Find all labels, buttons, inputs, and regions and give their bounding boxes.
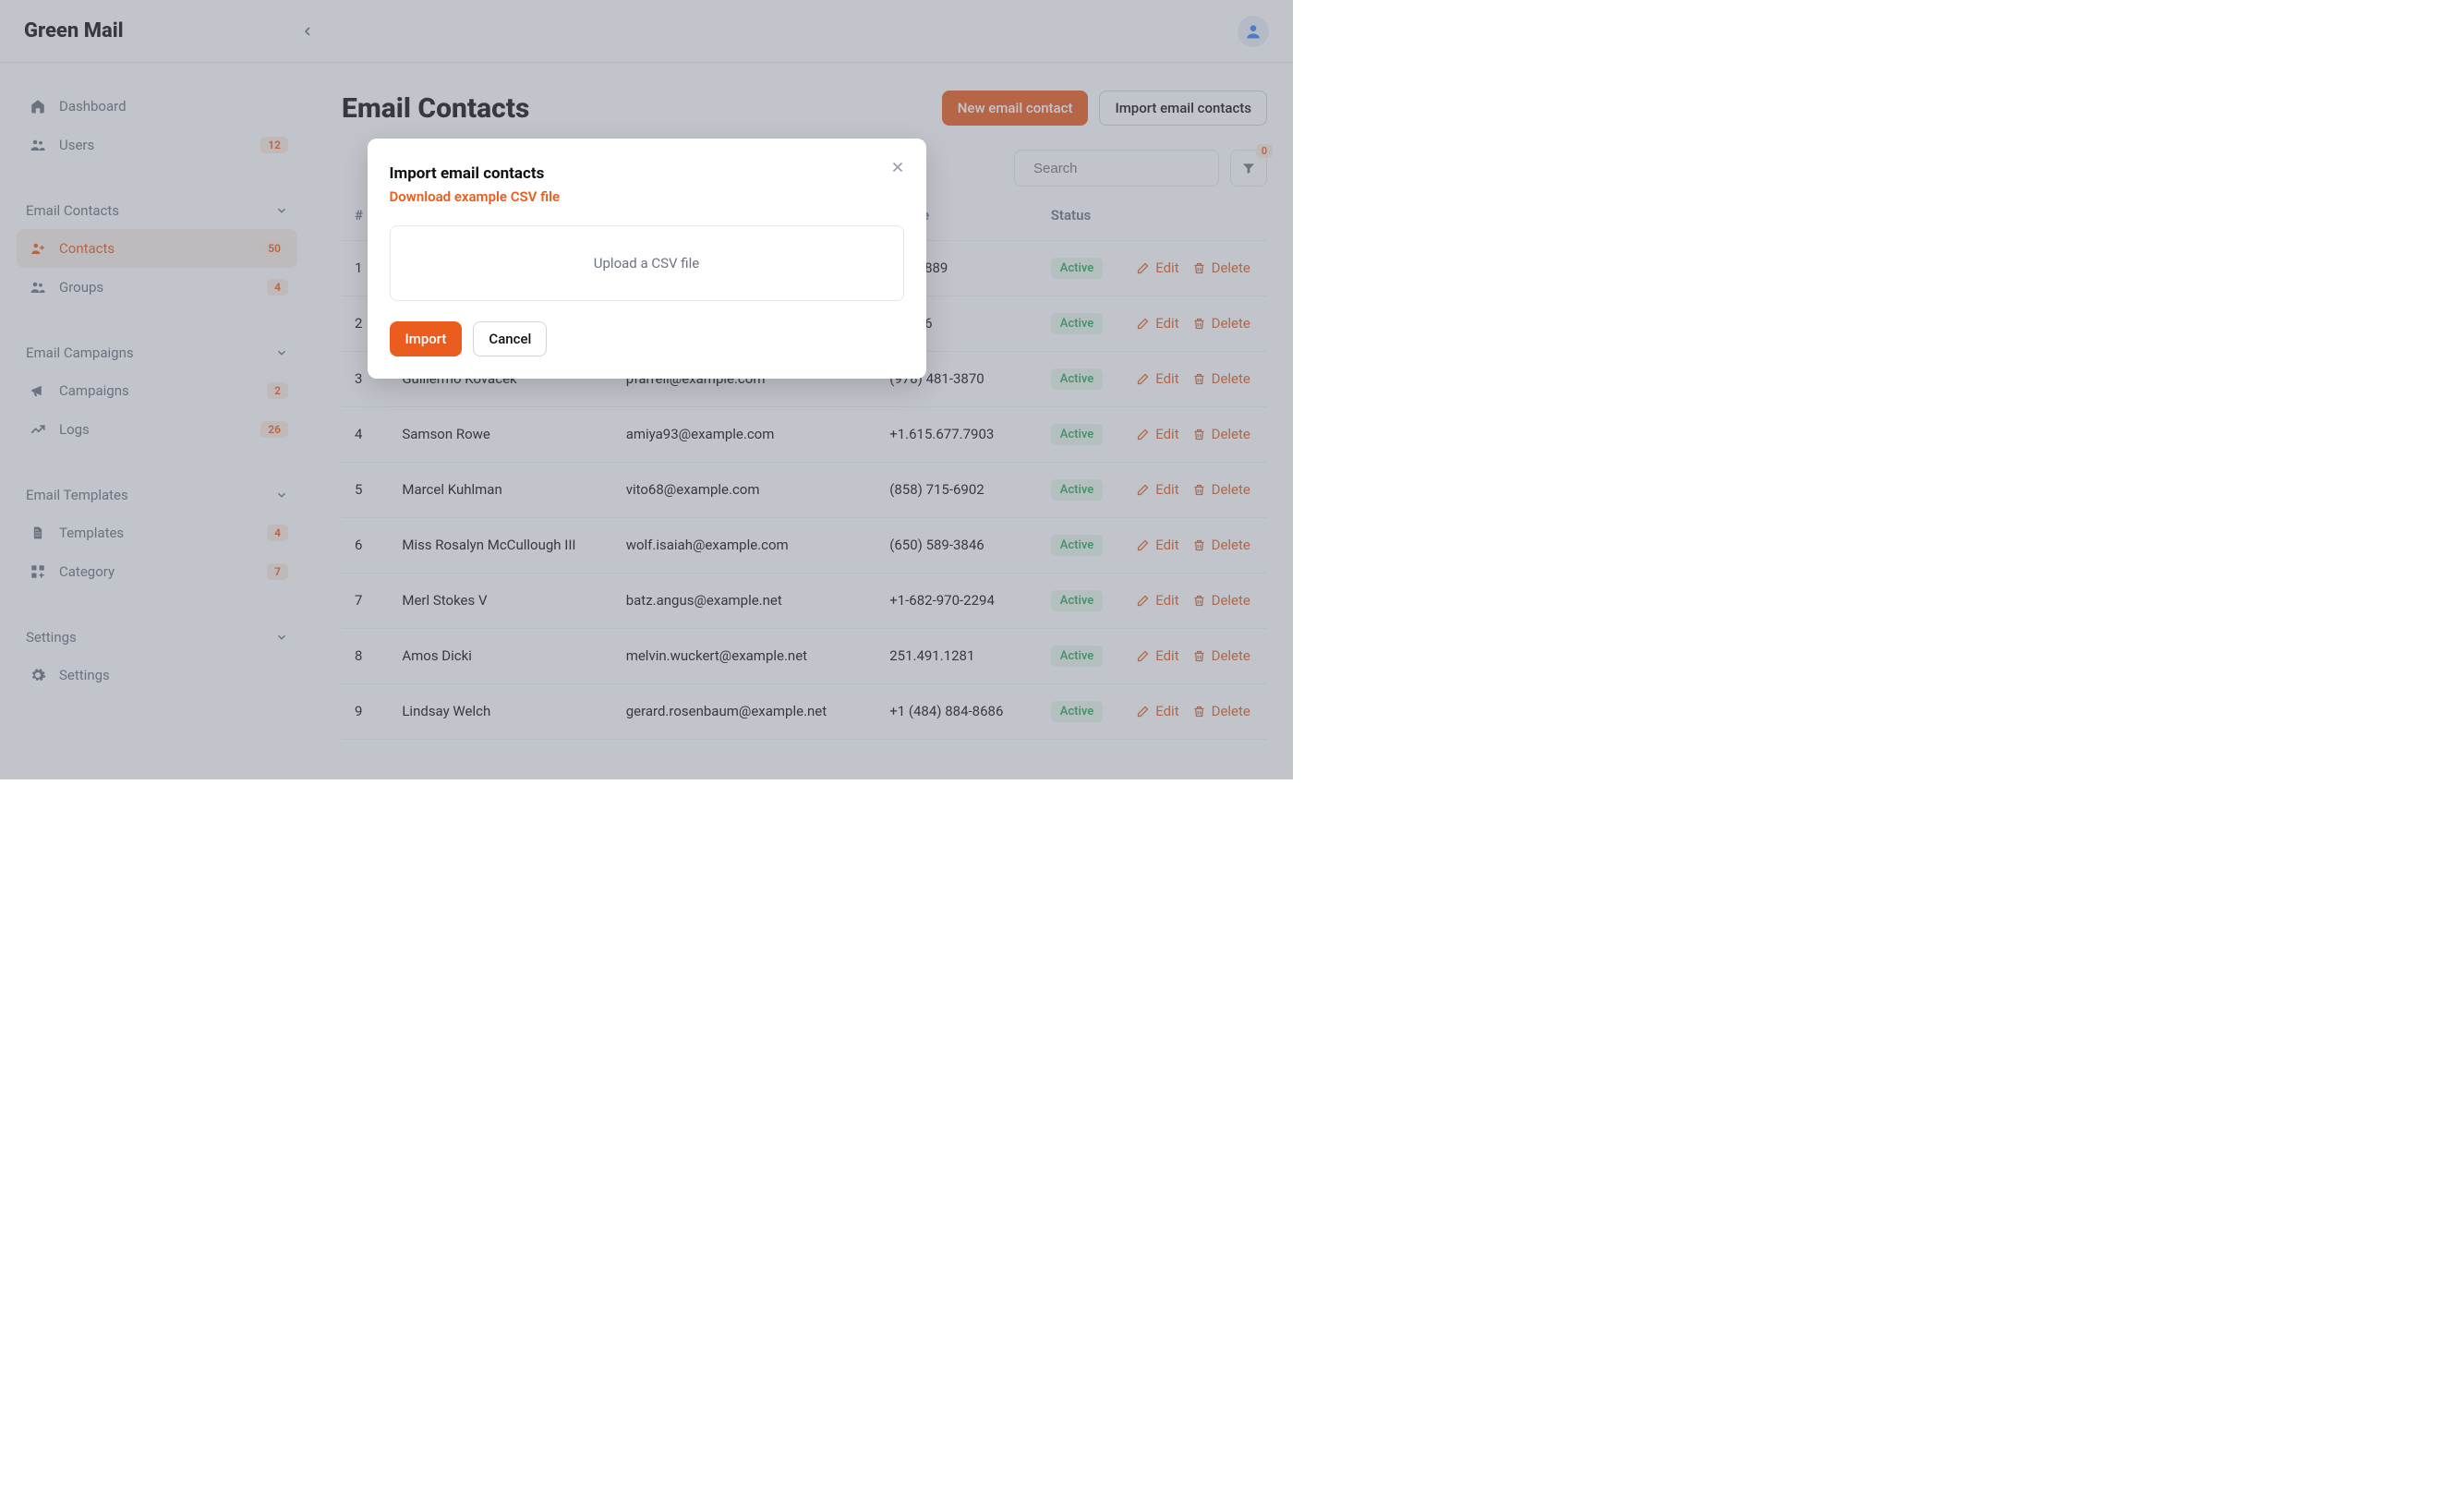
download-example-link[interactable]: Download example CSV file (390, 188, 904, 205)
import-modal: Import email contacts Download example C… (368, 139, 926, 379)
modal-title: Import email contacts (390, 164, 904, 183)
upload-dropzone[interactable]: Upload a CSV file (390, 225, 904, 301)
close-icon (889, 159, 906, 175)
modal-overlay[interactable]: Import email contacts Download example C… (0, 0, 1293, 779)
modal-cancel-button[interactable]: Cancel (473, 321, 547, 356)
upload-hint: Upload a CSV file (594, 255, 699, 272)
modal-import-button[interactable]: Import (390, 321, 463, 356)
modal-close-button[interactable] (889, 159, 906, 175)
